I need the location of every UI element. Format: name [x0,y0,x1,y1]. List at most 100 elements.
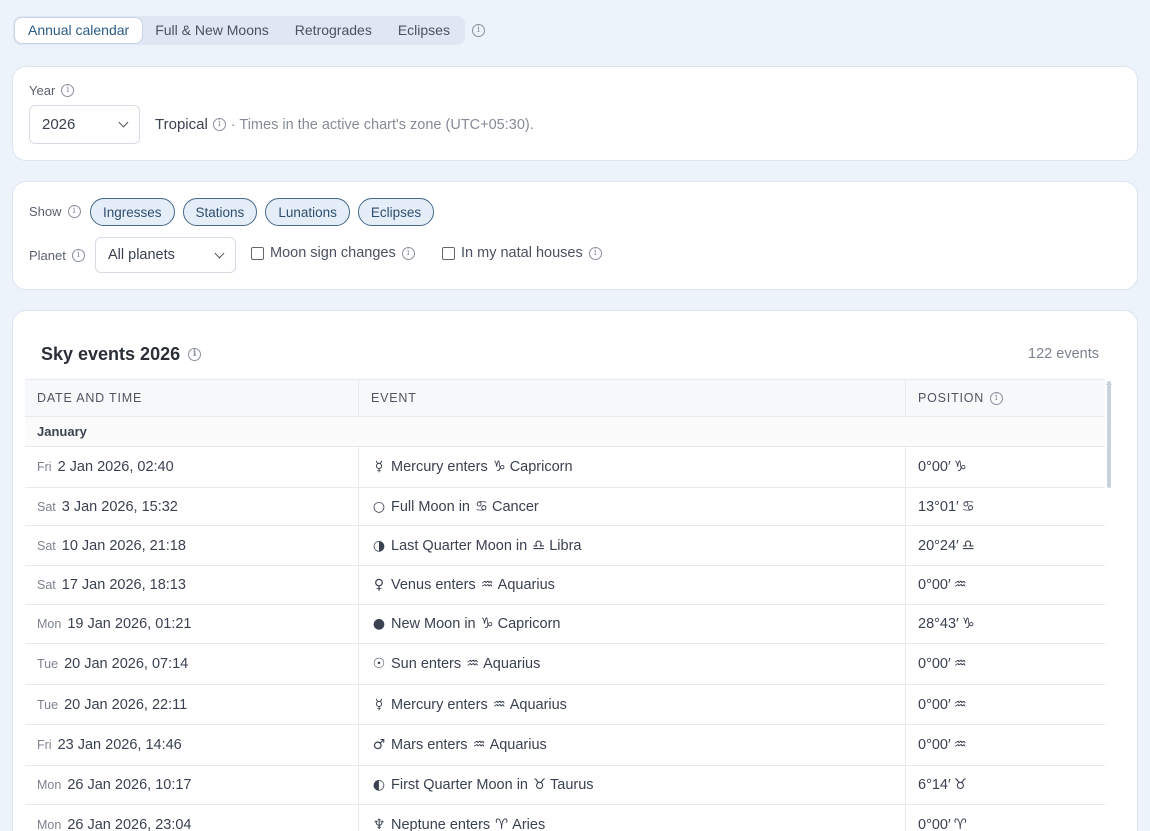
position-info-icon[interactable]: i [990,391,1004,405]
sky-events-info-icon[interactable]: i [188,348,202,361]
zodiac-info-icon[interactable]: i [212,118,226,131]
weekday: Mon [37,617,62,631]
sign-name: Libra [549,537,582,554]
table-row[interactable]: Fri 2 Jan 2026, 02:40 ☿ Mercury enters ♑ Capr… [25,447,1105,488]
year-label: Year i [29,83,75,98]
table-row[interactable]: Mon 19 Jan 2026, 01:21 ● New Moon in ♑ Capric… [25,605,1105,644]
header-position: POSITION i [906,380,1105,416]
weekday: Fri [37,738,52,752]
show-label: Show i [29,204,81,219]
position-degrees: 0°00′ [918,816,951,831]
zodiac-sign-icon: ♎ [961,537,975,554]
date-time: 20 Jan 2026, 07:14 [64,656,189,672]
position-cell: 0°00′ ♒ [906,685,1105,724]
table-row[interactable]: Tue 20 Jan 2026, 07:14 ☉ Sun enters ♒ Aquariu… [25,644,1105,685]
planet-glyph-icon: ○ [372,498,386,515]
zodiac-sign-icon: ♑ [961,616,975,632]
chevron-down-icon [214,248,225,258]
planet-glyph-icon: ☿ [374,696,384,713]
event-cell: ◑ Last Quarter Moon in ♎ Libra [359,526,906,565]
tab-retrogrades[interactable]: Retrogrades [282,18,385,43]
position-degrees: 0°00′ [918,656,951,672]
position-degrees: 0°00′ [918,459,951,475]
sign-name: Aries [512,816,546,831]
zodiac-sign-icon: ♎ [532,537,546,554]
table-row[interactable]: Mon 26 Jan 2026, 23:04 ♆ Neptune enters ♈ Ari… [25,805,1105,831]
table-row[interactable]: Mon 26 Jan 2026, 10:17 ◐ First Quarter Moon… [25,766,1105,805]
show-info-icon[interactable]: i [67,205,81,218]
event-cell: ◐ First Quarter Moon in ♉ Taurus [359,766,906,804]
tab-full-new-moons[interactable]: Full & New Moons [142,18,282,43]
position-cell: 20°24′ ♎ [906,526,1105,565]
planet-value: All planets [108,247,175,263]
zodiac-sign-icon: ♉ [953,777,967,793]
year-value: 2026 [42,116,76,133]
sky-events-card: Sky events 2026 i 122 events DATE AND TI… [12,310,1138,831]
planet-glyph-icon: ◑ [372,537,386,554]
chip-ingresses[interactable]: Ingresses [90,198,175,226]
weekday: Tue [37,697,59,712]
date-cell: Tue 20 Jan 2026, 22:11 [25,685,359,724]
chip-eclipses[interactable]: Eclipses [357,198,435,226]
date-time: 26 Jan 2026, 10:17 [67,777,192,793]
date-time: 26 Jan 2026, 23:04 [67,816,192,831]
date-time: 19 Jan 2026, 01:21 [67,616,192,632]
planet-info-icon[interactable]: i [71,249,85,262]
planet-select[interactable]: All planets [95,237,236,273]
event-text: Mars enters [391,737,468,753]
event-text: Neptune enters [391,816,491,831]
zodiac-sign-icon: ♒ [492,696,506,713]
planet-glyph-icon: ♆ [372,816,386,831]
zodiac-sign-icon: ♒ [472,737,486,753]
planet-glyph-icon: ♀ [373,577,385,593]
checkbox-box[interactable] [251,246,264,260]
date-cell: Mon 26 Jan 2026, 10:17 [25,766,359,804]
zodiac-sign-icon: ♑ [480,616,494,632]
scrollbar-thumb[interactable] [1107,381,1111,488]
tab-eclipses[interactable]: Eclipses [385,18,463,43]
sign-name: Aquarius [497,577,555,593]
tab-annual-calendar[interactable]: Annual calendar [15,18,143,43]
natal-houses-checkbox[interactable]: In my natal houses i [442,245,602,261]
event-text: New Moon in [391,616,476,632]
year-info-icon[interactable]: i [61,84,75,97]
date-time: 17 Jan 2026, 18:13 [61,577,186,593]
table-row[interactable]: Sat 17 Jan 2026, 18:13 ♀ Venus enters ♒ Aquar… [25,566,1105,605]
table-row[interactable]: Sat 3 Jan 2026, 15:32 ○ Full Moon in ♋ Cancer… [25,488,1105,526]
date-time: 20 Jan 2026, 22:11 [64,696,188,713]
date-time: 10 Jan 2026, 21:18 [61,537,186,554]
header-date: DATE AND TIME [25,380,359,416]
natal-houses-info-icon[interactable]: i [588,246,602,260]
sign-name: Aquarius [509,696,567,713]
position-cell: 0°00′ ♈ [906,805,1105,831]
checkbox-box[interactable] [442,246,455,260]
zodiac-sign-icon: ♈ [495,816,509,831]
sign-name: Cancer [491,498,539,515]
table-row[interactable]: Tue 20 Jan 2026, 22:11 ☿ Mercury enters ♒ Aqu… [25,685,1105,725]
position-degrees: 20°24′ [918,537,959,554]
date-cell: Tue 20 Jan 2026, 07:14 [25,644,359,684]
moon-sign-changes-checkbox[interactable]: Moon sign changes i [251,245,415,261]
table-row[interactable]: Sat 10 Jan 2026, 21:18 ◑ Last Quarter Moon … [25,526,1105,566]
table-row[interactable]: Fri 23 Jan 2026, 14:46 ♂ Mars enters ♒ Aquari… [25,725,1105,766]
tabs-info-icon[interactable]: i [471,24,485,37]
zodiac-sign-icon: ♑ [492,459,506,475]
view-tabs-row: Annual calendar Full & New Moons Retrograd… [13,16,485,45]
position-degrees: 0°00′ [918,737,951,753]
position-degrees: 6°14′ [918,777,951,793]
zodiac-sign-icon: ♉ [533,777,546,793]
event-text: Last Quarter Moon in [391,537,528,554]
position-cell: 28°43′ ♑ [906,605,1105,643]
sky-events-title: Sky events 2026 i [41,344,202,365]
moon-sign-info-icon[interactable]: i [401,246,415,260]
year-select[interactable]: 2026 [29,105,140,144]
chip-stations[interactable]: Stations [182,198,258,226]
timezone-note: · Times in the active chart's zone (UTC+… [230,116,534,133]
chevron-down-icon [118,117,129,128]
position-degrees: 28°43′ [918,616,959,632]
zodiac-sign-icon: ♋ [961,498,975,515]
weekday: Sat [37,499,56,514]
chip-lunations[interactable]: Lunations [265,198,350,226]
position-cell: 0°00′ ♒ [906,644,1105,684]
event-text: Full Moon in [391,498,470,515]
